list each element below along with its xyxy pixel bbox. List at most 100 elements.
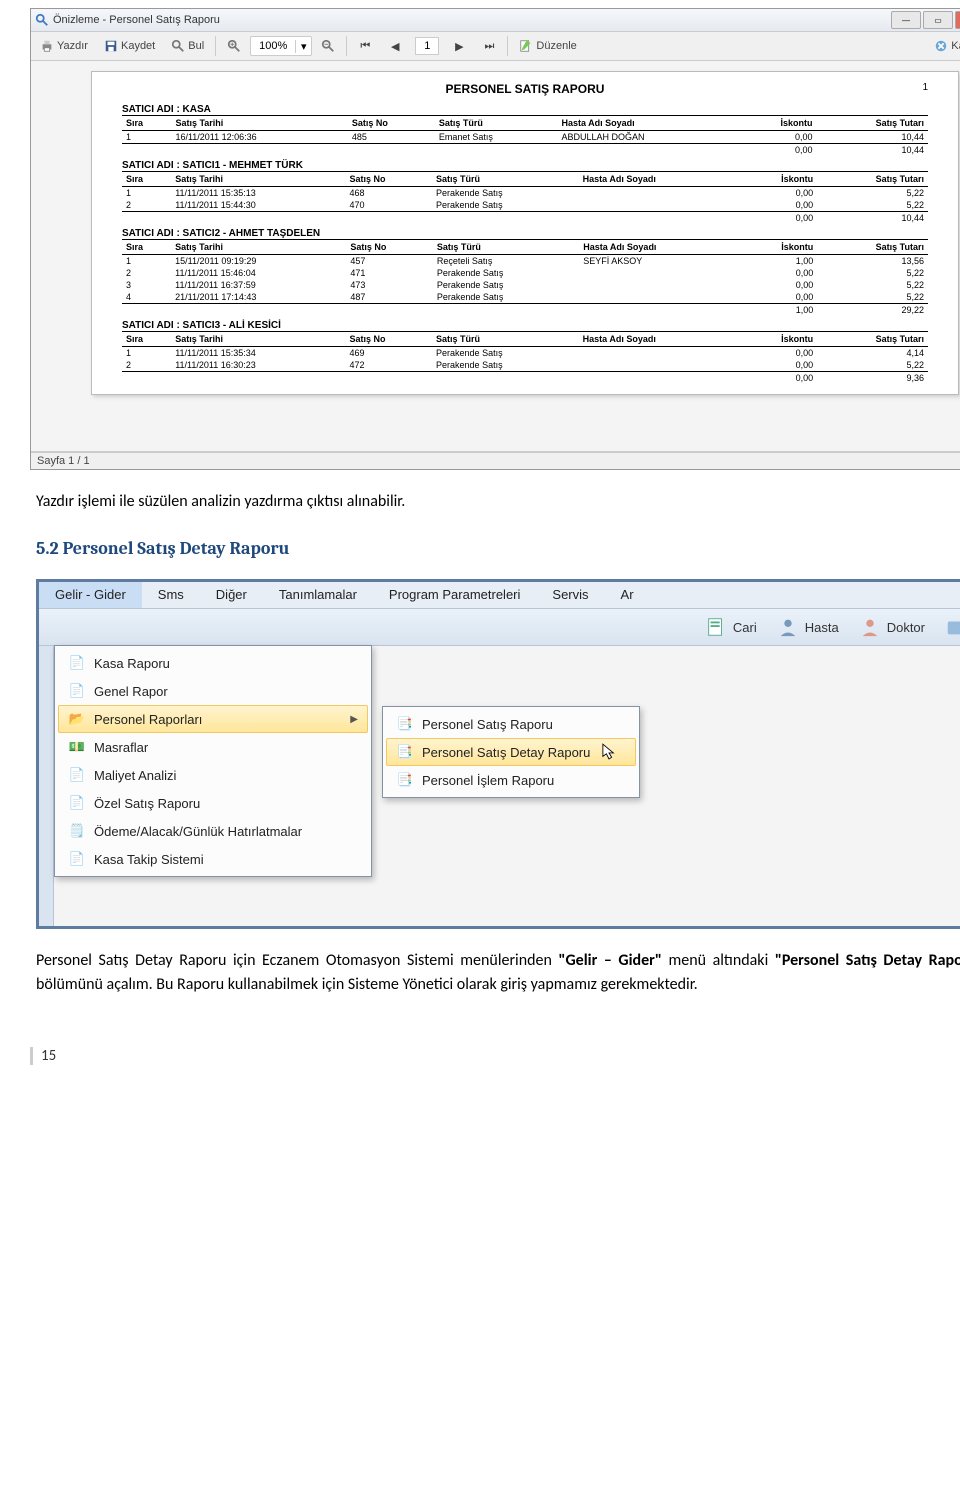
first-page-button[interactable]: ⏮: [351, 36, 379, 56]
prev-page-button[interactable]: ◀: [381, 36, 409, 56]
table-row: 211/11/2011 16:30:23472Perakende Satış0,…: [122, 359, 928, 372]
table-row: 211/11/2011 15:44:30470Perakende Satış0,…: [122, 199, 928, 212]
table-row-sum: 0,0010,44: [122, 212, 928, 225]
status-page-text: Sayfa 1 / 1: [37, 455, 90, 467]
app-ribbon: Cari Hasta Doktor: [39, 609, 960, 646]
dd-masraflar[interactable]: 💵Masraflar: [58, 733, 368, 761]
report-icon: 📄: [68, 794, 86, 812]
table-satici3: SıraSatış TarihiSatış NoSatış TürüHasta …: [122, 331, 928, 384]
statusbar: Sayfa 1 / 1: [31, 452, 960, 469]
save-icon: [104, 39, 118, 53]
window-titlebar: Önizleme - Personel Satış Raporu — ▭ ✕: [31, 9, 960, 32]
menu-gelir-gider[interactable]: Gelir - Gider: [39, 582, 142, 608]
edit-icon: [519, 39, 533, 53]
ribbon-hasta[interactable]: Hasta: [777, 616, 839, 638]
close-button[interactable]: ✕: [955, 11, 960, 29]
menu-screenshot: Gelir - Gider Sms Diğer Tanımlamalar Pro…: [36, 579, 960, 929]
section-satici1: SATICI ADI : SATICI1 - MEHMET TÜRK: [122, 160, 928, 171]
ribbon-doktor[interactable]: Doktor: [859, 616, 925, 638]
dd-kasa-raporu[interactable]: 📄Kasa Raporu: [58, 649, 368, 677]
zoom-in-icon: [227, 39, 241, 53]
cursor-icon: [602, 743, 616, 761]
zoom-out-icon: [321, 39, 335, 53]
table-row: 116/11/2011 12:06:36485Emanet SatışABDUL…: [122, 131, 928, 144]
ribbon-cari[interactable]: Cari: [705, 616, 757, 638]
report-icon: 📄: [68, 654, 86, 672]
table-row-sum: 1,0029,22: [122, 304, 928, 317]
zoom-combo[interactable]: 100%▾: [250, 36, 312, 56]
table-satici1: SıraSatış TarihiSatış NoSatış TürüHasta …: [122, 171, 928, 224]
sub-personel-satis[interactable]: 📑Personel Satış Raporu: [386, 710, 636, 738]
zoom-out-button[interactable]: [314, 36, 342, 56]
first-page-icon: ⏮: [358, 39, 372, 53]
folder-icon: [945, 616, 960, 638]
close-preview-button[interactable]: Kapat: [927, 36, 960, 56]
report-title-row: PERSONEL SATIŞ RAPORU 1: [122, 82, 928, 96]
next-page-button[interactable]: ▶: [445, 36, 473, 56]
menu-ar[interactable]: Ar: [605, 582, 650, 608]
find-button[interactable]: Bul: [164, 36, 211, 56]
heading-5-2: 5.2 Personel Satış Detay Raporu: [36, 538, 960, 559]
table-row: 115/11/2011 09:19:29457Reçeteli SatışSEY…: [122, 255, 928, 268]
ribbon-more[interactable]: [945, 616, 960, 638]
find-label: Bul: [188, 40, 204, 52]
save-button[interactable]: Kaydet: [97, 36, 162, 56]
menu-sms[interactable]: Sms: [142, 582, 200, 608]
dd-maliyet[interactable]: 📄Maliyet Analizi: [58, 761, 368, 789]
dd-genel-rapor[interactable]: 📄Genel Rapor: [58, 677, 368, 705]
table-row-sum: 0,0010,44: [122, 144, 928, 157]
save-label: Kaydet: [121, 40, 155, 52]
dd-kasa-takip[interactable]: 📄Kasa Takip Sistemi: [58, 845, 368, 873]
app-menubar: Gelir - Gider Sms Diğer Tanımlamalar Pro…: [39, 582, 960, 609]
table-row: 211/11/2011 15:46:04471Perakende Satış0,…: [122, 267, 928, 279]
edit-label: Düzenle: [536, 40, 576, 52]
document-icon: [705, 616, 727, 638]
edit-button[interactable]: Düzenle: [512, 36, 583, 56]
menu-tanimlamalar[interactable]: Tanımlamalar: [263, 582, 373, 608]
table-kasa: SıraSatış TarihiSatış NoSatış TürüHasta …: [122, 115, 928, 156]
person-icon: [777, 616, 799, 638]
print-label: Yazdır: [57, 40, 88, 52]
dropdown-gelir-gider: 📄Kasa Raporu 📄Genel Rapor 📂Personel Rapo…: [54, 645, 372, 877]
report-page-number: 1: [922, 82, 928, 93]
chevron-down-icon[interactable]: ▾: [295, 40, 311, 53]
preview-toolbar: Yazdır Kaydet Bul 100%▾ ⏮ ◀ 1 ▶: [31, 32, 960, 61]
menu-servis[interactable]: Servis: [536, 582, 604, 608]
reminder-icon: 🗒️: [68, 822, 86, 840]
sub-personel-satis-detay[interactable]: 📑Personel Satış Detay Raporu: [386, 738, 636, 766]
menu-program-param[interactable]: Program Parametreleri: [373, 582, 537, 608]
next-page-icon: ▶: [452, 39, 466, 53]
dd-odeme[interactable]: 🗒️Ödeme/Alacak/Günlük Hatırlatmalar: [58, 817, 368, 845]
preview-window-screenshot: Önizleme - Personel Satış Raporu — ▭ ✕ Y…: [30, 8, 960, 470]
table-row-sum: 0,009,36: [122, 372, 928, 385]
page-number-input[interactable]: 1: [415, 37, 439, 55]
preview-canvas: PERSONEL SATIŞ RAPORU 1 SATICI ADI : KAS…: [31, 61, 960, 452]
sub-personel-islem[interactable]: 📑Personel İşlem Raporu: [386, 766, 636, 794]
minimize-button[interactable]: —: [891, 11, 921, 29]
preview-icon: [35, 13, 49, 27]
table-row: 111/11/2011 15:35:34469Perakende Satış0,…: [122, 347, 928, 360]
dd-ozel-satis[interactable]: 📄Özel Satış Raporu: [58, 789, 368, 817]
dropdown-personel-sub: 📑Personel Satış Raporu 📑Personel Satış D…: [382, 706, 640, 798]
table-row: 311/11/2011 16:37:59473Perakende Satış0,…: [122, 279, 928, 291]
maximize-button[interactable]: ▭: [923, 11, 953, 29]
dd-personel-raporlari[interactable]: 📂Personel Raporları▶: [58, 705, 368, 733]
table-row: 111/11/2011 15:35:13468Perakende Satış0,…: [122, 187, 928, 200]
window-title: Önizleme - Personel Satış Raporu: [53, 14, 891, 26]
last-page-button[interactable]: ⏭: [475, 36, 503, 56]
doctor-icon: [859, 616, 881, 638]
report-icon: 📑: [396, 743, 414, 761]
print-button[interactable]: Yazdır: [33, 36, 95, 56]
paragraph-detay: Personel Satış Detay Raporu için Eczanem…: [36, 949, 960, 997]
page-number: 15: [30, 1047, 960, 1065]
report-icon: 📄: [68, 682, 86, 700]
close-preview-label: Kapat: [951, 40, 960, 52]
table-row: 421/11/2011 17:14:43487Perakende Satış0,…: [122, 291, 928, 304]
report-icon: 📑: [396, 715, 414, 733]
chevron-right-icon: ▶: [350, 714, 358, 725]
zoom-in-button[interactable]: [220, 36, 248, 56]
report-icon: 📑: [396, 771, 414, 789]
menu-diger[interactable]: Diğer: [200, 582, 263, 608]
last-page-icon: ⏭: [482, 39, 496, 53]
printer-icon: [40, 39, 54, 53]
